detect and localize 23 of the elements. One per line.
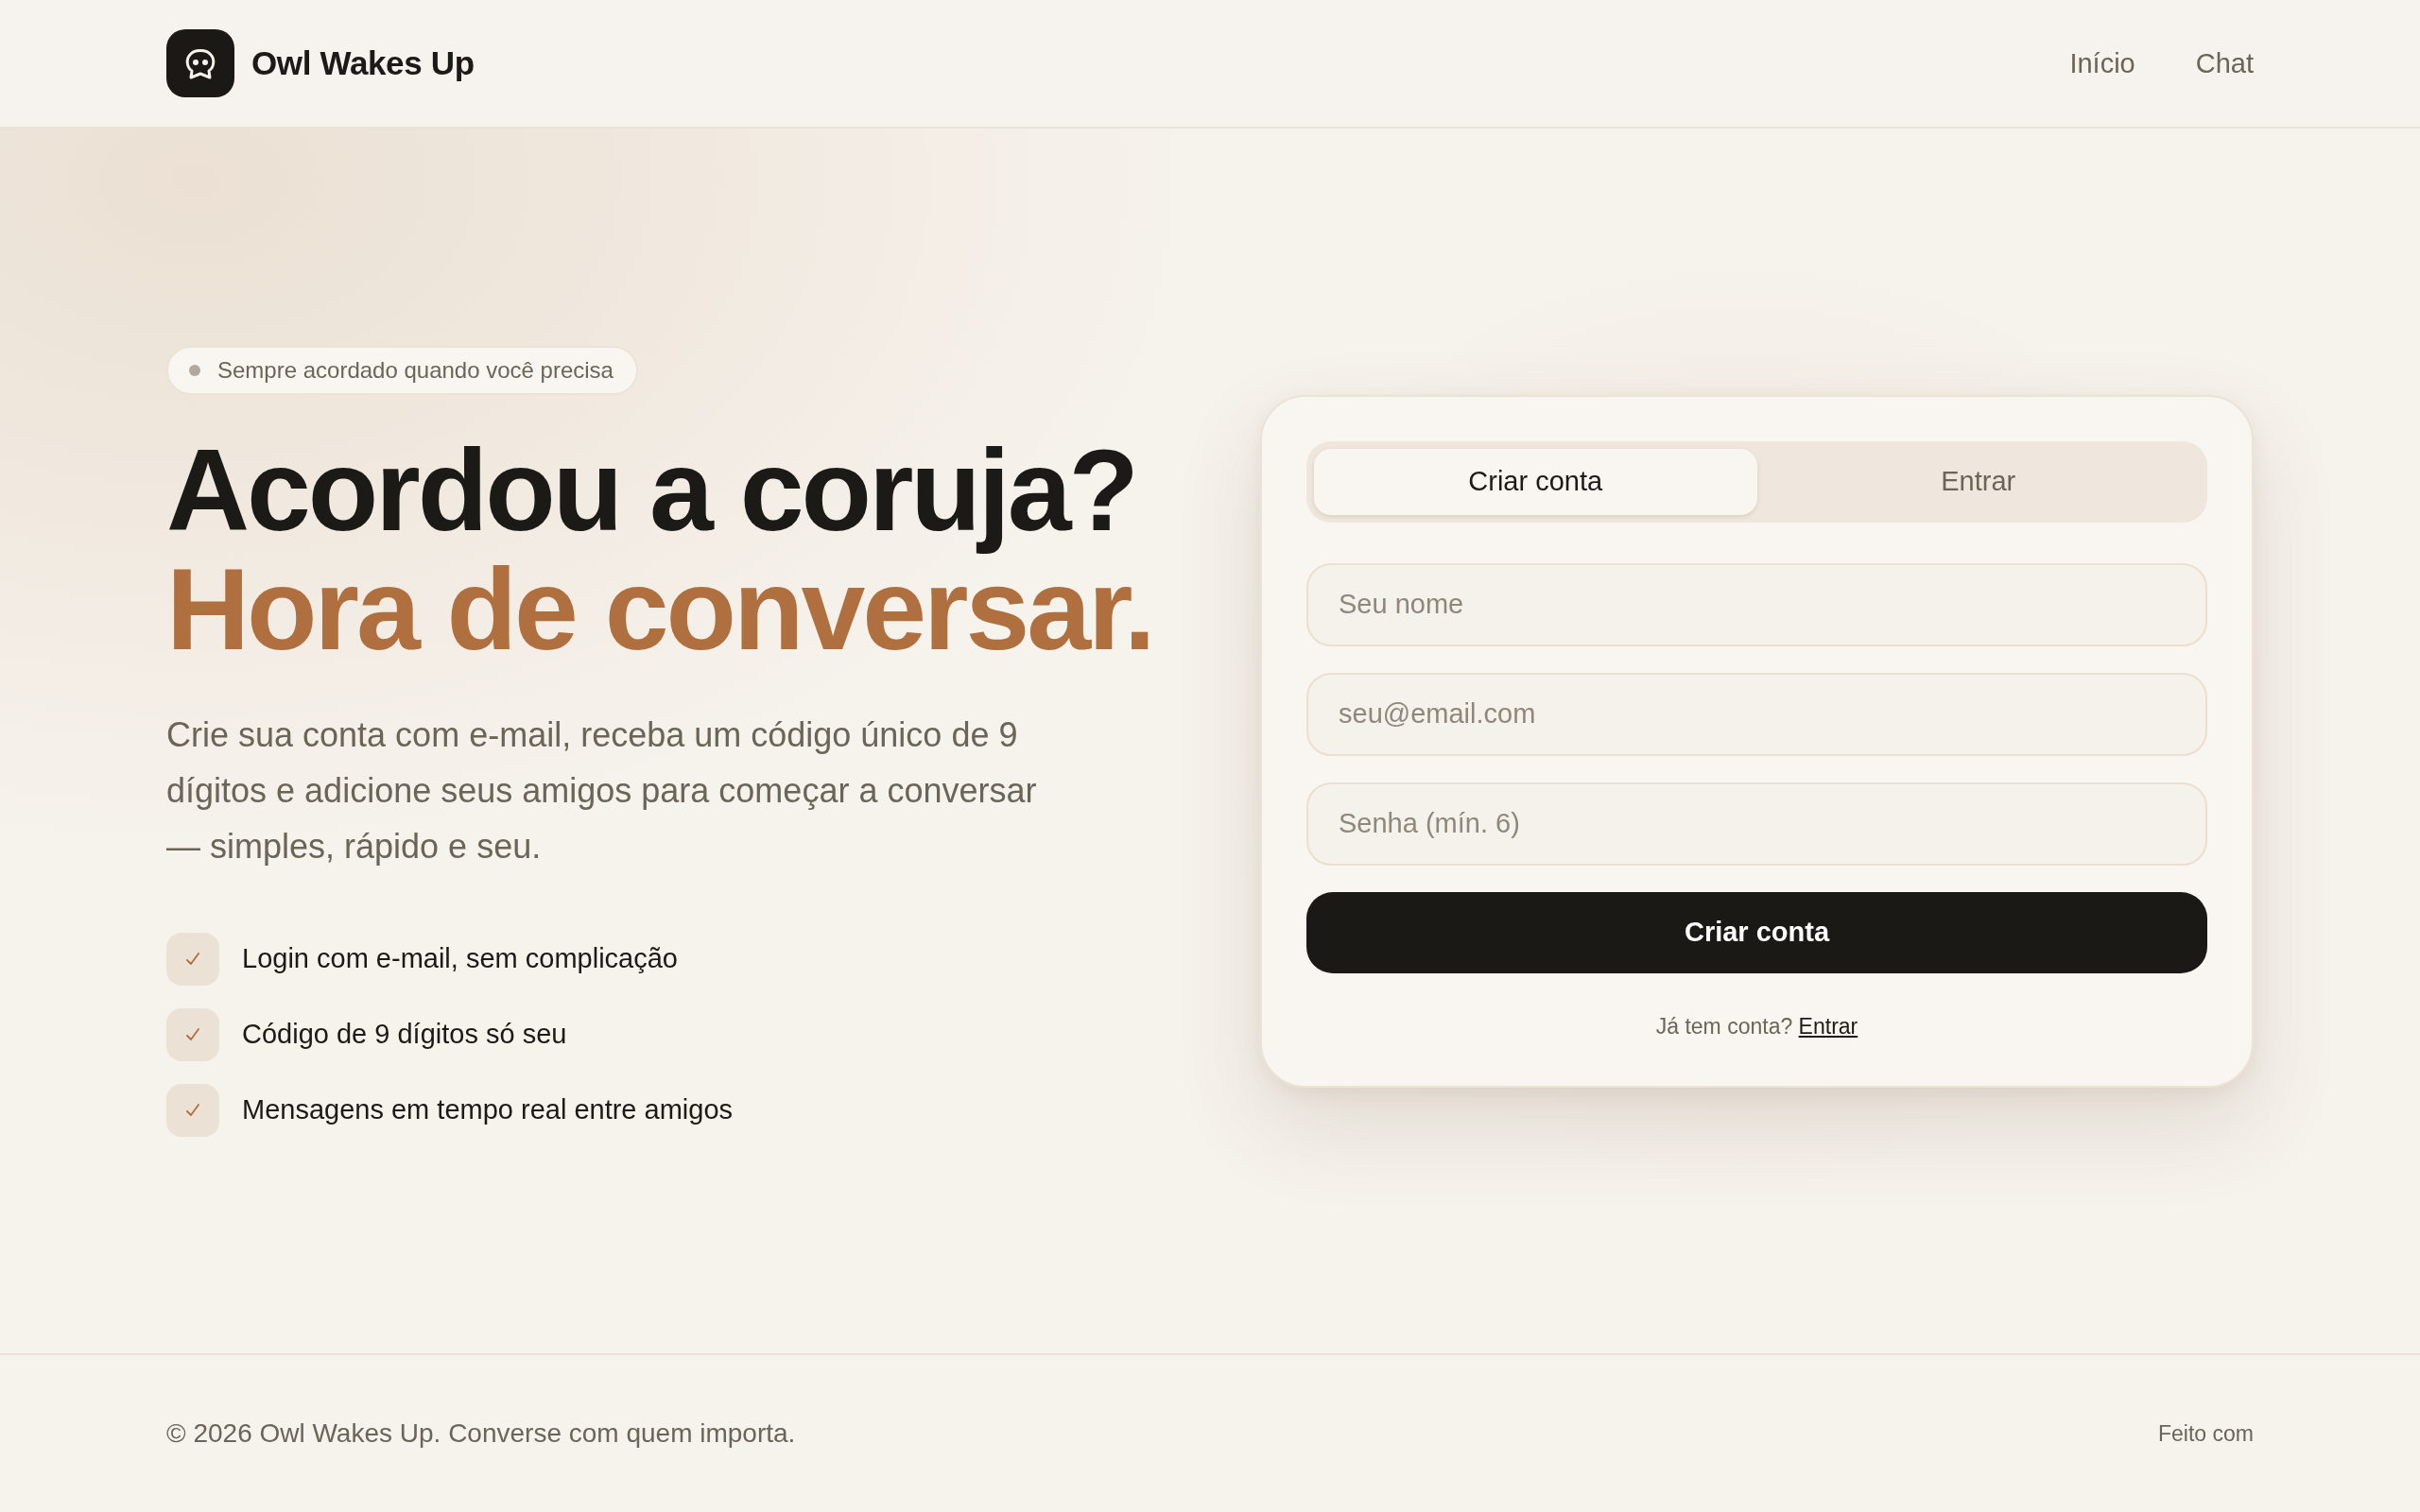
submit-button[interactable]: Criar conta [1306, 891, 2207, 973]
check-icon [166, 932, 219, 986]
tagline-text: Sempre acordado quando você precisa [217, 356, 614, 384]
credit-text: Feito com [2158, 1420, 2254, 1447]
status-dot-icon [189, 364, 200, 376]
feature-text: Login com e-mail, sem complicação [242, 943, 678, 974]
nav-link[interactable]: Início [2069, 47, 2135, 79]
input-field[interactable]: Senha (mín. 6) [1306, 782, 2207, 866]
signin-link[interactable]: Entrar [1798, 1013, 1858, 1039]
input-field[interactable]: seu@email.com [1306, 672, 2207, 756]
signin-prompt: Já tem conta? Entrar [1654, 1012, 1859, 1040]
logo-icon[interactable] [166, 29, 234, 97]
feature-text: Código de 9 dígitos só seu [242, 1019, 567, 1050]
description: Crie sua conta com e-mail, receba um código único de 9 dígitos e adicione seus amigos para começar a conversar — simples, rápido e seu. [166, 713, 1038, 868]
copyright-text: © 2026 Owl Wakes Up. Converse com quem importa. [166, 1418, 796, 1449]
tab[interactable]: Entrar [1756, 448, 2200, 515]
feature-text: Mensagens em tempo real entre amigos [242, 1094, 734, 1125]
nav-link[interactable]: Chat [2195, 47, 2254, 79]
check-icon [166, 1007, 219, 1061]
brand-name[interactable]: Owl Wakes Up [251, 44, 475, 82]
tab[interactable]: Criar conta [1314, 448, 1757, 515]
input-field[interactable]: Seu nome [1306, 562, 2207, 646]
check-icon [166, 1083, 219, 1137]
